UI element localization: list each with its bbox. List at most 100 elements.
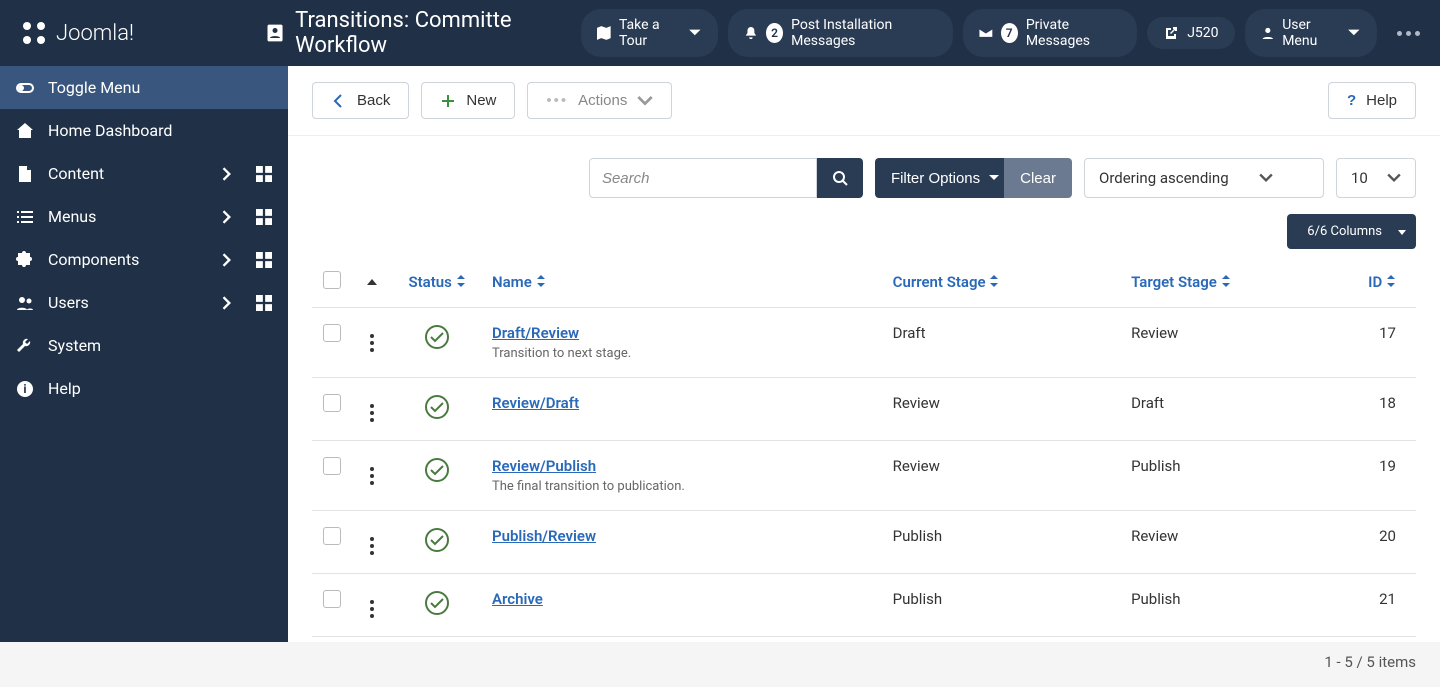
new-label: New	[466, 92, 496, 109]
help-button[interactable]: ? Help	[1328, 82, 1416, 119]
target-stage-cell: Draft	[1121, 378, 1346, 441]
current-stage-cell: Draft	[883, 308, 1121, 378]
row-checkbox[interactable]	[323, 527, 341, 545]
chevron-right-icon	[220, 253, 234, 267]
topbar-pills: Take a Tour 2 Post Installation Messages…	[581, 9, 1420, 57]
sort-icon	[1386, 275, 1396, 287]
sidebar-item-label: Help	[48, 379, 272, 398]
private-messages-button[interactable]: 7 Private Messages	[963, 9, 1137, 57]
more-menu-button[interactable]	[1397, 31, 1420, 36]
status-column-header[interactable]: Status	[392, 257, 482, 308]
target-stage-cell: Review	[1121, 511, 1346, 574]
sidebar-item-label: Toggle Menu	[48, 78, 272, 97]
site-link-button[interactable]: J520	[1147, 17, 1234, 49]
row-actions-button[interactable]	[370, 600, 374, 618]
site-label: J520	[1187, 25, 1218, 41]
published-icon[interactable]	[424, 394, 450, 420]
page-title: Transitions: Committe Workflow	[295, 8, 581, 58]
row-actions-button[interactable]	[370, 404, 374, 422]
published-icon[interactable]	[424, 527, 450, 553]
chevron-down-icon	[1387, 171, 1401, 185]
sidebar-item-users[interactable]: Users	[0, 281, 288, 324]
wrench-icon	[16, 337, 34, 355]
transition-name-link[interactable]: Publish/Review	[492, 527, 596, 545]
id-header-label: ID	[1368, 273, 1382, 291]
ordering-column-header[interactable]	[352, 257, 392, 308]
target-stage-column-header[interactable]: Target Stage	[1121, 257, 1346, 308]
current-header-label: Current Stage	[893, 273, 986, 291]
search-input[interactable]	[589, 158, 817, 198]
published-icon[interactable]	[424, 457, 450, 483]
post-install-button[interactable]: 2 Post Installation Messages	[728, 9, 953, 57]
envelope-icon	[979, 25, 993, 41]
id-cell: 18	[1346, 378, 1416, 441]
sort-select[interactable]: Ordering ascending	[1084, 158, 1324, 198]
sort-icon	[456, 275, 466, 287]
row-checkbox[interactable]	[323, 394, 341, 412]
sidebar-item-components[interactable]: Components	[0, 238, 288, 281]
row-actions-button[interactable]	[370, 467, 374, 485]
ellipsis-icon: •••	[546, 92, 568, 109]
filter-options-label: Filter Options	[891, 170, 980, 187]
dashboard-icon[interactable]	[256, 252, 272, 268]
user-icon	[1261, 25, 1275, 41]
question-icon: ?	[1347, 92, 1356, 109]
transition-name-link[interactable]: Draft/Review	[492, 324, 579, 342]
published-icon[interactable]	[424, 324, 450, 350]
sidebar-item-toggle-menu[interactable]: Toggle Menu	[0, 66, 288, 109]
take-tour-button[interactable]: Take a Tour	[581, 9, 718, 57]
name-column-header[interactable]: Name	[482, 257, 883, 308]
main-content: Back New ••• Actions ? Help	[288, 0, 1440, 642]
post-install-badge: 2	[766, 23, 783, 43]
svg-text:i: i	[23, 382, 26, 396]
status-header-label: Status	[408, 273, 451, 291]
dashboard-icon[interactable]	[256, 166, 272, 182]
sidebar-item-help[interactable]: i Help	[0, 367, 288, 410]
row-actions-button[interactable]	[370, 334, 374, 352]
bell-icon	[744, 25, 758, 41]
transition-name-link[interactable]: Review/Publish	[492, 457, 596, 475]
toggle-icon	[16, 79, 34, 97]
users-icon	[16, 294, 34, 312]
actions-button[interactable]: ••• Actions	[527, 82, 672, 119]
filter-options-button[interactable]: Filter Options	[875, 158, 1016, 198]
post-install-label: Post Installation Messages	[791, 17, 937, 49]
target-stage-cell: Review	[1121, 308, 1346, 378]
table-row: Draft/ReviewTransition to next stage. Dr…	[312, 308, 1416, 378]
user-menu-button[interactable]: User Menu	[1245, 9, 1377, 57]
sidebar-item-label: Users	[48, 293, 206, 312]
sidebar-item-label: Menus	[48, 207, 206, 226]
caret-up-icon	[367, 279, 377, 287]
dashboard-icon[interactable]	[256, 209, 272, 225]
transition-name-link[interactable]: Archive	[492, 590, 543, 608]
id-column-header[interactable]: ID	[1346, 257, 1416, 308]
new-button[interactable]: New	[421, 82, 515, 119]
search-button[interactable]	[817, 158, 863, 198]
published-icon[interactable]	[424, 590, 450, 616]
target-header-label: Target Stage	[1131, 273, 1217, 291]
sidebar-item-content[interactable]: Content	[0, 152, 288, 195]
target-stage-cell: Publish	[1121, 574, 1346, 637]
row-checkbox[interactable]	[323, 457, 341, 475]
clear-button[interactable]: Clear	[1004, 158, 1072, 198]
row-actions-button[interactable]	[370, 537, 374, 555]
dashboard-icon[interactable]	[256, 295, 272, 311]
columns-toggle-button[interactable]: 6/6 Columns	[1287, 214, 1416, 249]
select-all-checkbox[interactable]	[323, 271, 341, 289]
sidebar-item-menus[interactable]: Menus	[0, 195, 288, 238]
transition-name-link[interactable]: Review/Draft	[492, 394, 579, 412]
logo[interactable]: Joomla!	[20, 19, 265, 47]
clear-label: Clear	[1020, 170, 1056, 187]
sidebar-item-system[interactable]: System	[0, 324, 288, 367]
current-stage-column-header[interactable]: Current Stage	[883, 257, 1121, 308]
private-label: Private Messages	[1026, 17, 1121, 49]
transitions-table: Status Name Current Stage Target Stage I…	[312, 257, 1416, 637]
back-button[interactable]: Back	[312, 82, 409, 119]
chevron-down-icon	[1347, 25, 1361, 41]
row-checkbox[interactable]	[323, 324, 341, 342]
sidebar-item-home-dashboard[interactable]: Home Dashboard	[0, 109, 288, 152]
row-checkbox[interactable]	[323, 590, 341, 608]
limit-select[interactable]: 10	[1336, 158, 1416, 198]
user-menu-label: User Menu	[1282, 17, 1339, 49]
table-row: Review/PublishThe final transition to pu…	[312, 441, 1416, 511]
